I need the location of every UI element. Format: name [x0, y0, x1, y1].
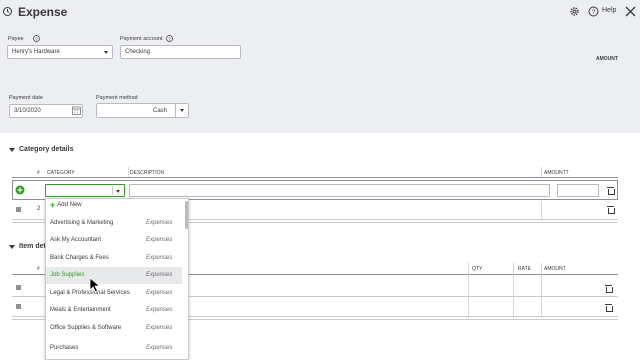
col-amount: AMOUNTT [544, 170, 569, 176]
drag-handle-icon[interactable] [16, 285, 21, 290]
payment-account-value: Checking [125, 49, 151, 55]
divider [112, 186, 113, 195]
trash-icon[interactable] [607, 206, 615, 214]
trash-icon[interactable] [605, 285, 613, 293]
dropdown-option[interactable]: Ask My Accountant Expenses [46, 232, 182, 250]
chevron-down-icon [104, 51, 108, 54]
col-amount: AMOUNT [544, 266, 566, 272]
svg-text:?: ? [35, 36, 38, 41]
svg-text:?: ? [592, 9, 596, 16]
divider [128, 167, 129, 177]
trash-icon[interactable] [607, 187, 615, 195]
option-type: Expenses [146, 219, 173, 226]
col-qty: QTY [472, 266, 483, 272]
col-num: # [37, 170, 40, 176]
divider [468, 263, 469, 318]
calendar-icon[interactable] [72, 106, 81, 115]
divider [513, 263, 514, 318]
divider [541, 263, 542, 318]
trash-icon[interactable] [605, 304, 613, 312]
svg-text:?: ? [168, 36, 171, 41]
payment-method-label: Payment method [96, 95, 138, 101]
info-icon[interactable]: ? [33, 35, 40, 42]
category-select[interactable] [45, 184, 125, 197]
add-new-label: Add New [57, 202, 82, 208]
category-dropdown: + Add New Advertising & Marketing Expens… [45, 198, 189, 360]
item-details-title: Item det [19, 243, 46, 250]
option-type: Expenses [146, 344, 173, 351]
option-name: Meals & Entertainment [50, 307, 111, 314]
payment-account-label: Payment account [120, 36, 163, 42]
option-name: Office Supplies & Software [50, 324, 122, 331]
mouse-cursor-icon [89, 277, 101, 293]
dropdown-scrollbar[interactable] [185, 201, 188, 229]
payment-method-value: Cash [153, 108, 168, 114]
payee-value: Henry's Hardware [12, 49, 60, 55]
help-icon[interactable]: ? [588, 6, 599, 17]
chevron-down-icon [116, 190, 120, 193]
drag-handle-icon[interactable] [16, 207, 21, 212]
option-type: Expenses [146, 289, 173, 296]
info-icon[interactable]: ? [166, 35, 173, 42]
option-type: Expenses [146, 324, 173, 331]
payment-account-select[interactable]: Checking [120, 45, 241, 59]
collapse-icon[interactable] [9, 245, 15, 250]
divider [541, 167, 542, 177]
close-icon[interactable] [625, 6, 636, 17]
option-name: Bank Charges & Fees [50, 254, 109, 261]
col-category: CATEGORY [47, 170, 75, 176]
divider [175, 104, 176, 117]
dropdown-option[interactable]: Bank Charges & Fees Expenses [46, 249, 182, 267]
amount-input[interactable] [557, 184, 599, 197]
divider [541, 201, 542, 219]
payment-date-value: 3/10/2020 [14, 108, 41, 114]
payee-label: Payee [8, 36, 24, 42]
plus-icon: + [50, 200, 56, 210]
add-line-icon[interactable] [15, 185, 25, 195]
row-number: 2 [37, 206, 41, 212]
help-link[interactable]: Help [602, 7, 616, 14]
amount-label: AMOUNT [596, 56, 618, 62]
dropdown-option[interactable]: Meals & Entertainment Expenses [46, 302, 182, 320]
payee-select[interactable]: Henry's Hardware [7, 45, 113, 59]
option-name: Job Supplies [50, 272, 85, 279]
dropdown-option[interactable]: Office Supplies & Software Expenses [46, 319, 182, 337]
dropdown-option-highlighted[interactable]: Job Supplies Expenses [46, 266, 182, 284]
option-name: Advertising & Marketing [50, 219, 114, 226]
description-input[interactable] [129, 184, 550, 197]
drag-handle-icon[interactable] [16, 304, 21, 309]
chevron-down-icon [180, 109, 184, 112]
option-name: Ask My Accountant [50, 237, 102, 244]
option-type: Expenses [146, 254, 173, 261]
dropdown-option[interactable]: Legal & Professional Services Expenses [46, 284, 182, 302]
table-header-line [12, 177, 618, 178]
dropdown-option[interactable]: Advertising & Marketing Expenses [46, 214, 182, 232]
col-num: # [37, 266, 40, 272]
option-type: Expenses [146, 307, 173, 314]
option-type: Expenses [146, 272, 173, 279]
option-name: Purchases [50, 344, 79, 351]
col-rate: RATE [518, 266, 531, 272]
gear-icon[interactable] [569, 6, 580, 17]
history-icon[interactable] [2, 6, 13, 17]
add-new-option[interactable]: + Add New [50, 200, 82, 210]
payment-date-label: Payment date [9, 95, 43, 101]
dropdown-option[interactable]: Purchases Expenses [46, 339, 182, 357]
option-type: Expenses [146, 237, 173, 244]
category-details-title: Category details [19, 146, 74, 153]
page-title: Expense [18, 5, 68, 19]
collapse-icon[interactable] [9, 148, 15, 153]
col-description: DESCRIPTION [130, 170, 165, 176]
